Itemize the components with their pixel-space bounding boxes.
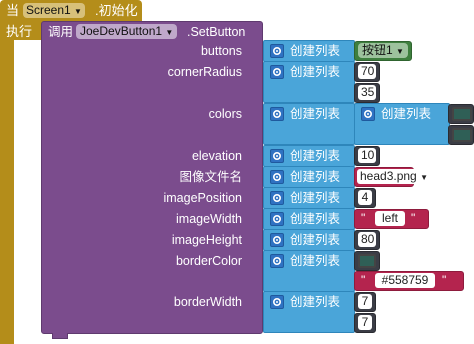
gear-icon[interactable] [270, 65, 284, 79]
list-label: 创建列表 [290, 170, 341, 184]
component-dropdown[interactable]: 按钮1 ▼ [358, 43, 408, 58]
list-label: 创建列表 [290, 65, 341, 79]
param-borderwidth: borderWidth [173, 295, 242, 309]
number-value[interactable]: 10 [358, 148, 376, 163]
color-swatch[interactable] [452, 107, 472, 121]
number-value[interactable]: 80 [358, 232, 376, 247]
quote-close: " [442, 273, 447, 287]
gear-icon[interactable] [270, 191, 284, 205]
param-elevation: elevation [191, 149, 242, 163]
gear-icon[interactable] [270, 107, 284, 121]
quote-open: " [361, 273, 366, 287]
event-when-label: 当 [6, 3, 20, 18]
call-label: 调用 [48, 25, 74, 39]
quote-open: " [361, 211, 366, 225]
number-value[interactable]: 35 [358, 85, 376, 100]
component-name: 按钮1 [362, 43, 393, 57]
param-imagewidth: imageWidth [176, 212, 242, 226]
gear-icon[interactable] [270, 295, 284, 309]
event-name-label: .初始化 [95, 3, 138, 18]
param-image-filename: 图像文件名 [179, 170, 242, 184]
param-imageposition: imagePosition [163, 191, 242, 205]
gear-icon[interactable] [361, 107, 375, 121]
list-label: 创建列表 [290, 107, 341, 121]
list-label: 创建列表 [290, 254, 341, 268]
gear-icon[interactable] [270, 212, 284, 226]
list-label: 创建列表 [290, 44, 341, 58]
call-component-name: JoeDevButton1 [80, 24, 163, 38]
chevron-down-icon: ▼ [165, 28, 174, 37]
number-value[interactable]: 70 [358, 64, 376, 79]
list-label: 创建列表 [381, 107, 432, 121]
list-label: 创建列表 [290, 191, 341, 205]
text-value[interactable]: #558759 [375, 273, 435, 288]
event-do-label: 执行 [6, 24, 33, 39]
call-component-dropdown[interactable]: JoeDevButton1 ▼ [76, 24, 178, 39]
param-colors: colors [208, 107, 242, 121]
number-value[interactable]: 7 [358, 315, 372, 330]
number-value[interactable]: 4 [358, 190, 372, 205]
asset-dropdown[interactable]: head3.png ▼ [357, 169, 431, 184]
event-component-name: Screen1 [26, 3, 71, 17]
param-buttons: buttons [200, 44, 242, 58]
list-label: 创建列表 [290, 149, 341, 163]
text-value[interactable]: left [375, 211, 405, 226]
chevron-down-icon: ▼ [74, 7, 82, 16]
gear-icon[interactable] [270, 254, 284, 268]
gear-icon[interactable] [270, 44, 284, 58]
gear-icon[interactable] [270, 233, 284, 247]
call-block-notch [52, 333, 68, 339]
number-value[interactable]: 7 [358, 294, 372, 309]
event-component-dropdown[interactable]: Screen1 ▼ [23, 3, 85, 18]
color-swatch[interactable] [358, 254, 376, 268]
gear-icon[interactable] [270, 149, 284, 163]
list-label: 创建列表 [290, 295, 341, 309]
chevron-down-icon: ▼ [396, 47, 404, 56]
color-swatch[interactable] [452, 128, 472, 142]
chevron-down-icon: ▼ [420, 173, 428, 182]
param-imageheight: imageHeight [171, 233, 242, 247]
asset-filename: head3.png [360, 169, 417, 183]
param-bordercolor: borderColor [175, 254, 242, 268]
call-method-label: .SetButton [187, 25, 246, 39]
list-label: 创建列表 [290, 212, 341, 226]
list-label: 创建列表 [290, 233, 341, 247]
gear-icon[interactable] [270, 170, 284, 184]
param-cornerradius: cornerRadius [167, 65, 242, 79]
event-block-body [0, 40, 14, 344]
quote-close: " [411, 211, 416, 225]
